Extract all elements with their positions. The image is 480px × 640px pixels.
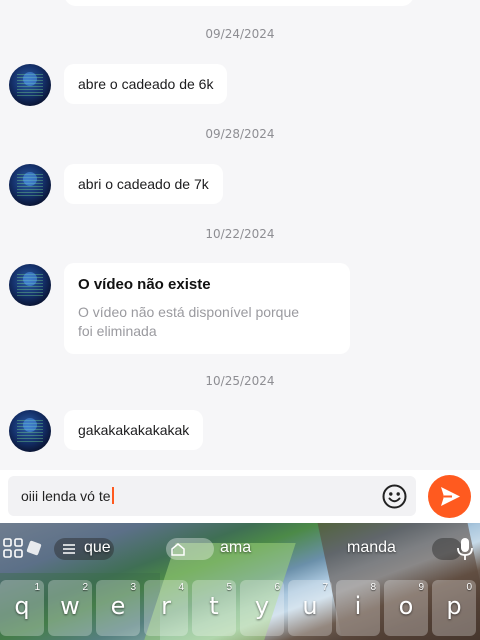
send-icon [441, 487, 460, 506]
key-q[interactable]: 1 q [0, 580, 44, 636]
send-button[interactable] [428, 475, 471, 518]
home-icon [171, 543, 185, 556]
avatar[interactable] [9, 410, 51, 452]
suggestion-3[interactable]: manda [347, 539, 396, 557]
message-text: abri o cadeado de 7k [78, 176, 209, 192]
card-subtitle-line2: foi eliminada [78, 323, 157, 339]
key-letter: i [354, 592, 362, 620]
key-letter: e [110, 592, 126, 620]
card-subtitle-line1: O vídeo não está disponível porque [78, 304, 300, 320]
key-letter: y [254, 592, 270, 620]
apps-grid-icon[interactable] [2, 537, 24, 559]
mic-icon[interactable] [455, 537, 475, 561]
key-letter: q [14, 592, 30, 620]
suggestion-bar: que ama manda [0, 523, 480, 575]
key-w[interactable]: 2 w [48, 580, 92, 636]
key-letter: t [209, 592, 219, 620]
composer-bar: oiii lenda vó te [0, 470, 480, 523]
key-u[interactable]: 7 u [288, 580, 332, 636]
chat-area: 09/24/2024 abre o cadeado de 6k 09/28/20… [0, 0, 480, 470]
keyboard: que ama manda 1 q 2 w 3 e 4 r 5 t 6 y 7 … [0, 523, 480, 640]
video-card[interactable]: O vídeo não existe O vídeo não está disp… [64, 263, 350, 354]
message-text: abre o cadeado de 6k [78, 76, 214, 92]
key-letter: o [398, 592, 414, 620]
keyboard-letter-row: 1 q 2 w 3 e 4 r 5 t 6 y 7 u 8 i 9 o 0 p [0, 580, 480, 640]
previous-message-bubble [64, 0, 414, 6]
key-letter: r [161, 592, 171, 620]
message-bubble[interactable]: gakakakakakakak [64, 410, 204, 450]
key-letter: w [60, 592, 80, 620]
message-input-value: oiii lenda vó te [21, 488, 111, 504]
avatar[interactable] [9, 264, 51, 306]
key-o[interactable]: 9 o [384, 580, 428, 636]
key-t[interactable]: 5 t [192, 580, 236, 636]
date-separator: 10/22/2024 [205, 227, 275, 241]
message-bubble[interactable]: abre o cadeado de 6k [64, 64, 228, 104]
key-p[interactable]: 0 p [432, 580, 476, 636]
key-r[interactable]: 4 r [144, 580, 188, 636]
emoji-icon[interactable] [382, 484, 407, 509]
message-input[interactable]: oiii lenda vó te [8, 476, 416, 516]
card-title: O vídeo não existe [78, 276, 211, 293]
date-separator: 09/24/2024 [205, 27, 275, 41]
text-caret [111, 487, 114, 504]
suggestion-1[interactable]: que [84, 539, 111, 557]
key-letter: u [302, 592, 318, 620]
avatar[interactable] [9, 164, 51, 206]
date-separator: 09/28/2024 [205, 127, 275, 141]
key-letter: p [446, 592, 462, 620]
message-text: gakakakakakakak [78, 422, 190, 438]
key-i[interactable]: 8 i [336, 580, 380, 636]
date-separator: 10/25/2024 [205, 374, 275, 388]
menu-icon [63, 544, 75, 554]
message-bubble[interactable]: abri o cadeado de 7k [64, 164, 223, 204]
key-e[interactable]: 3 e [96, 580, 140, 636]
suggestion-2[interactable]: ama [220, 539, 251, 557]
avatar[interactable] [9, 64, 51, 106]
key-y[interactable]: 6 y [240, 580, 284, 636]
sticker-icon[interactable] [26, 540, 42, 556]
